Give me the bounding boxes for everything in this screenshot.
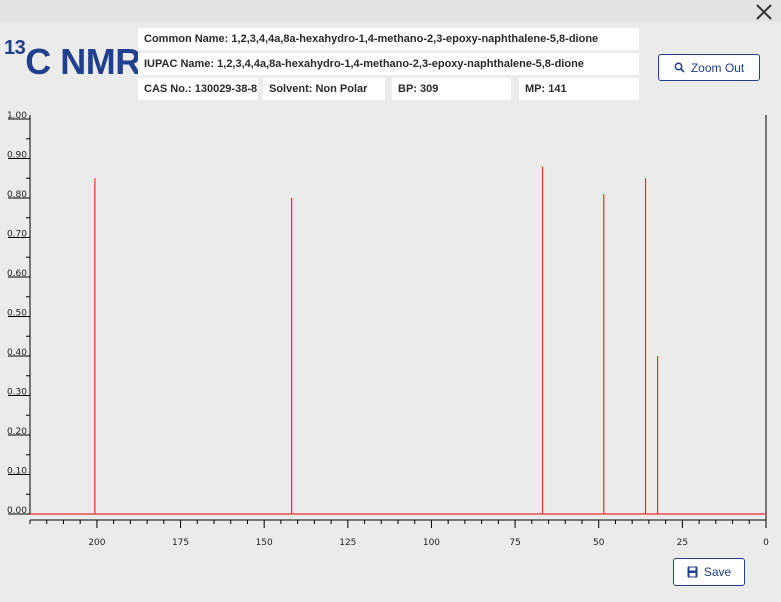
title-superscript: 13 (4, 37, 26, 59)
magnifier-icon (674, 62, 685, 73)
zoom-out-label: Zoom Out (690, 60, 745, 75)
y-tick-label: 0.70 (7, 230, 27, 240)
y-tick-label: 0.80 (7, 190, 27, 200)
y-tick-label: 0.40 (7, 348, 27, 358)
cas-field: CAS No.: 130029-38-8 (138, 78, 258, 100)
x-tick-label: 100 (423, 538, 440, 548)
save-label: Save (703, 565, 732, 579)
save-button[interactable]: Save (673, 558, 745, 586)
close-icon[interactable] (753, 1, 775, 23)
y-tick-label: 0.50 (7, 309, 27, 319)
x-tick-label: 25 (677, 538, 688, 548)
iupac-name-field: IUPAC Name: 1,2,3,4,4a,8a-hexahydro-1,4-… (138, 53, 639, 75)
nmr-spectrum-chart: 0.00 0.10 0.20 0.30 0.40 0.50 0.60 0.70 0.80 0.90… (7, 111, 769, 548)
x-tick-label: 175 (172, 538, 189, 548)
y-tick-label: 0.00 (7, 506, 27, 516)
x-tick-label: 50 (593, 538, 605, 548)
zoom-out-button[interactable]: Zoom Out (658, 54, 760, 81)
x-tick-label: 75 (509, 538, 520, 548)
y-tick-label: 0.90 (7, 151, 27, 161)
mp-field: MP: 141 (519, 78, 639, 100)
page-title: 13C NMR (4, 37, 141, 84)
top-bar (0, 0, 781, 22)
x-tick-label: 150 (256, 538, 273, 548)
x-tick-label: 125 (339, 538, 356, 548)
y-tick-label: 0.30 (7, 388, 27, 398)
y-tick-label: 0.20 (7, 427, 27, 437)
x-tick-label: 200 (88, 538, 105, 548)
title-main: C NMR (25, 41, 141, 82)
y-tick-label: 0.60 (7, 269, 27, 279)
bp-field: BP: 309 (392, 78, 511, 100)
y-tick-label: 1.00 (7, 111, 27, 121)
x-tick-label: 0 (763, 538, 769, 548)
common-name-field: Common Name: 1,2,3,4,4a,8a-hexahydro-1,4… (138, 28, 639, 50)
y-tick-label: 0.10 (7, 467, 27, 477)
floppy-disk-icon (687, 566, 698, 578)
solvent-field: Solvent: Non Polar (263, 78, 385, 100)
